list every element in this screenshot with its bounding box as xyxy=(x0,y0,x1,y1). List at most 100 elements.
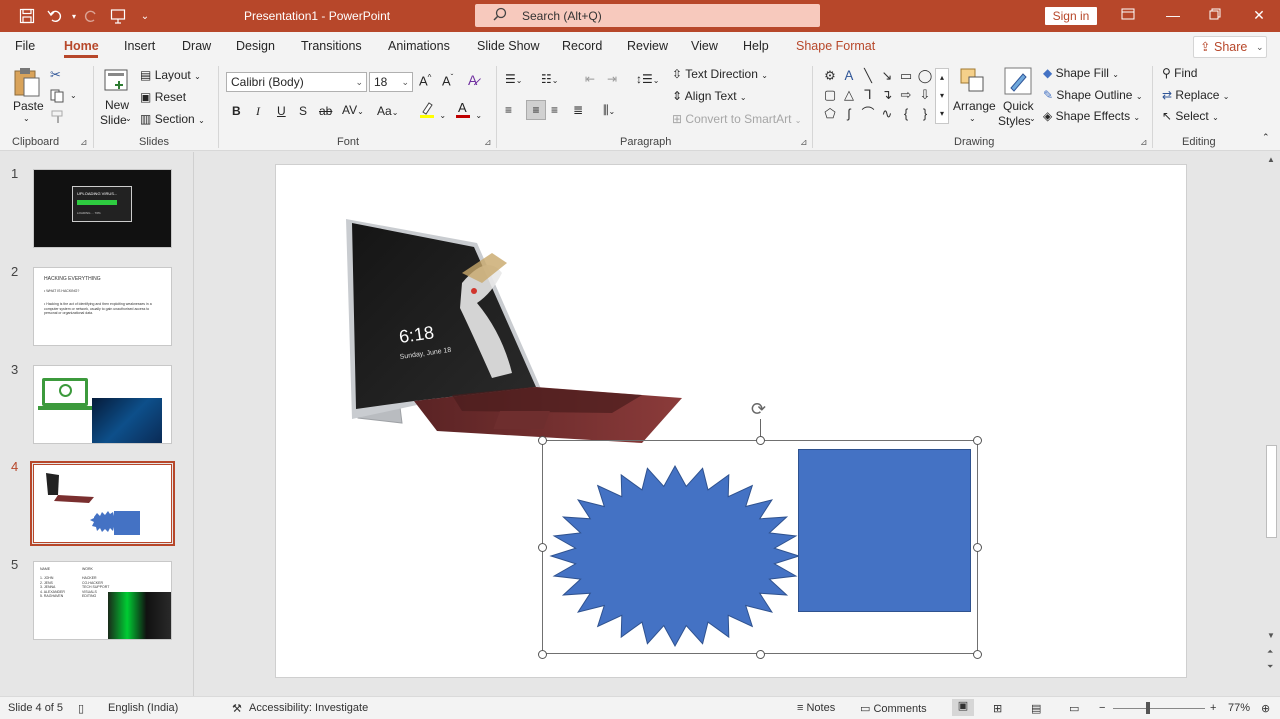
slide-thumbnail-2[interactable]: HACKING EVERYTHING • WHAT IS HACKING? • … xyxy=(33,267,172,346)
underline-button[interactable]: U xyxy=(277,104,286,118)
close-icon[interactable]: ✕ xyxy=(1249,7,1269,24)
tab-draw[interactable]: Draw xyxy=(182,39,211,53)
numbering-button[interactable]: ☷⌄ xyxy=(541,72,558,86)
scroll-up-icon[interactable]: ▲ xyxy=(1267,155,1275,164)
new-slide-label-line1[interactable]: New xyxy=(105,98,129,112)
tab-view[interactable]: View xyxy=(691,39,718,53)
arrow-line-shape-icon[interactable]: ↘ xyxy=(878,67,896,85)
layout-button[interactable]: ▤ Layout ⌄ xyxy=(140,68,201,82)
decrease-font-icon[interactable]: Aˇ xyxy=(442,73,453,88)
collapse-ribbon-icon[interactable]: ⌃ xyxy=(1262,132,1270,143)
down-arrow-shape-icon[interactable]: ⇩ xyxy=(916,86,934,104)
new-slide-icon[interactable] xyxy=(103,67,131,98)
shape-effects-button[interactable]: ◈ Shape Effects ⌄ xyxy=(1043,109,1140,123)
shapes-gallery[interactable]: ⚙ Ａ ╲ ↘ ▭ ◯ ▢ △ ⅂ ↴ ⇨ ⇩ ⬠ ʃ ⌒ ∿ { } xyxy=(821,67,933,125)
font-launcher-icon[interactable]: ⊿ xyxy=(484,137,492,148)
scroll-down-icon[interactable]: ▼ xyxy=(1267,631,1275,640)
rectangle-shape-icon[interactable]: ▭ xyxy=(897,67,915,85)
change-case-button[interactable]: Aa⌄ xyxy=(377,104,398,118)
character-spacing-button[interactable]: AV⌄ xyxy=(342,103,364,117)
text-shadow-button[interactable]: S xyxy=(299,104,307,118)
zoom-slider-thumb[interactable] xyxy=(1146,702,1150,714)
resize-handle-top[interactable] xyxy=(756,436,765,445)
save-icon[interactable] xyxy=(17,6,37,26)
paste-button[interactable] xyxy=(12,66,42,101)
slide-thumbnail-1[interactable]: UPLOADING VIRUS... LOADING ... 70% xyxy=(33,169,172,248)
notes-button[interactable]: ≡ Notes xyxy=(797,702,835,714)
spelling-icon[interactable]: ▯ xyxy=(78,702,84,715)
language-indicator[interactable]: English (India) xyxy=(108,702,178,714)
quick-styles-icon[interactable] xyxy=(1003,66,1033,99)
freeform-shape-icon[interactable]: ⬠ xyxy=(821,105,839,123)
resize-handle-bottom-right[interactable] xyxy=(973,650,982,659)
strikethrough-button[interactable]: ab xyxy=(319,104,332,118)
gallery-scroll[interactable]: ▴ ▾ ▾ xyxy=(935,68,949,124)
resize-handle-bottom[interactable] xyxy=(756,650,765,659)
bold-button[interactable]: B xyxy=(232,104,241,118)
slide-sorter-icon[interactable]: ⊞ xyxy=(993,702,1002,715)
resize-handle-top-right[interactable] xyxy=(973,436,982,445)
undo-icon[interactable] xyxy=(45,6,65,26)
tab-design[interactable]: Design xyxy=(236,39,275,53)
new-slide-dropdown-icon[interactable]: ⌄ xyxy=(125,114,132,123)
arrange-label[interactable]: Arrange xyxy=(953,99,996,113)
vertical-scrollbar[interactable]: ▲ ▼ ⏶ ⏷ xyxy=(1264,152,1280,696)
find-button[interactable]: ⚲ Find xyxy=(1162,66,1197,80)
tab-slide-show[interactable]: Slide Show xyxy=(477,39,540,53)
increase-font-icon[interactable]: A^ xyxy=(419,73,431,88)
customize-toolbar-icon[interactable]: ⌄ xyxy=(135,6,155,26)
tab-record[interactable]: Record xyxy=(562,39,602,53)
zoom-in-icon[interactable]: + xyxy=(1210,702,1216,714)
quick-styles-label-line1[interactable]: Quick xyxy=(1003,99,1034,113)
tab-animations[interactable]: Animations xyxy=(388,39,450,53)
oval-shape-icon[interactable]: ◯ xyxy=(916,67,934,85)
zoom-level[interactable]: 77% xyxy=(1228,702,1250,714)
left-brace-shape-icon[interactable]: { xyxy=(897,105,915,123)
select-button[interactable]: ↖ Select ⌄ xyxy=(1162,109,1219,123)
textbox-shape-icon[interactable]: Ａ xyxy=(840,67,858,85)
next-slide-icon[interactable]: ⏷ xyxy=(1267,662,1273,672)
tab-file[interactable]: File xyxy=(15,39,35,53)
tab-transitions[interactable]: Transitions xyxy=(301,39,362,53)
previous-slide-icon[interactable]: ⏶ xyxy=(1267,647,1273,657)
slide-thumbnail-4[interactable] xyxy=(33,464,172,543)
minimize-icon[interactable]: — xyxy=(1163,7,1183,23)
redo-icon[interactable] xyxy=(81,6,101,26)
font-color-button[interactable]: A ⌄ xyxy=(454,100,482,121)
fit-to-window-icon[interactable]: ⊕ xyxy=(1261,702,1270,715)
share-dropdown-icon[interactable]: ⌄ xyxy=(1256,37,1264,57)
slide-thumbnail-3[interactable] xyxy=(33,365,172,444)
arrange-icon[interactable] xyxy=(958,66,988,99)
increase-indent-icon[interactable]: ⇥ xyxy=(607,72,617,86)
tab-home[interactable]: Home xyxy=(64,39,99,53)
scrollbar-thumb[interactable] xyxy=(1266,445,1277,538)
align-left-icon[interactable]: ≡ xyxy=(505,103,512,117)
slideshow-view-icon[interactable]: ▭ xyxy=(1069,702,1079,715)
resize-handle-right[interactable] xyxy=(973,543,982,552)
explosion-starburst-shape[interactable] xyxy=(549,464,801,648)
rounded-rect-shape-icon[interactable]: ▢ xyxy=(821,86,839,104)
cut-icon[interactable]: ✂ xyxy=(50,67,61,83)
scribble-shape-icon[interactable]: ʃ xyxy=(840,105,858,123)
accessibility-status[interactable]: Accessibility: Investigate xyxy=(249,702,368,714)
line-spacing-button[interactable]: ↕☰⌄ xyxy=(636,72,659,86)
quick-styles-label-line2[interactable]: Styles xyxy=(998,114,1031,128)
resize-handle-left[interactable] xyxy=(538,543,547,552)
sign-in-button[interactable]: Sign in xyxy=(1045,7,1097,25)
columns-button[interactable]: ⫼⌄ xyxy=(603,103,615,118)
paste-dropdown-icon[interactable]: ⌄ xyxy=(23,114,30,123)
current-slide[interactable]: 6:18 Sunday, June 18 ⟳ xyxy=(275,164,1187,678)
italic-button[interactable]: I xyxy=(256,104,260,119)
font-size-combo[interactable]: 18 ⌄ xyxy=(369,72,413,92)
normal-view-icon[interactable]: ▣ xyxy=(952,699,974,716)
drawing-launcher-icon[interactable]: ⊿ xyxy=(1140,137,1148,148)
font-size-dropdown-icon[interactable]: ⌄ xyxy=(401,73,409,91)
rotate-handle-icon[interactable]: ⟳ xyxy=(751,399,766,420)
copy-icon[interactable] xyxy=(50,89,66,106)
copy-dropdown-icon[interactable]: ⌄ xyxy=(70,91,77,100)
new-slide-label-line2[interactable]: Slide xyxy=(100,113,127,127)
ribbon-display-icon[interactable] xyxy=(1118,7,1138,23)
shape-gallery-item[interactable]: ⚙ xyxy=(821,67,839,85)
replace-button[interactable]: ⇄ Replace ⌄ xyxy=(1162,88,1229,102)
triangle-shape-icon[interactable]: △ xyxy=(840,86,858,104)
